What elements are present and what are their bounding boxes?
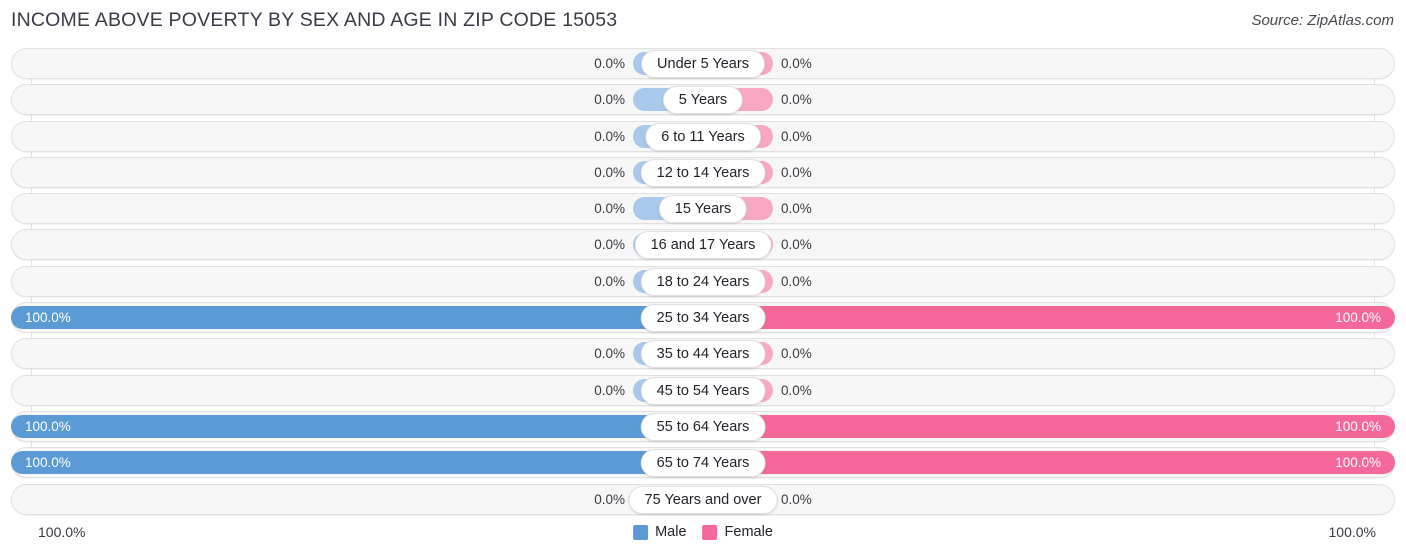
category-label: 15 Years <box>658 195 748 224</box>
chart-row: 100.0% 100.0% 55 to 64 Years <box>0 410 1406 442</box>
female-half: 100.0% <box>703 302 1395 333</box>
chart-rows: 0.0% 0.0% Under 5 Years 0.0% 0.0% 5 Years 0.0%… <box>0 48 1406 520</box>
category-label: Under 5 Years <box>641 50 765 78</box>
male-bar[interactable]: 100.0% <box>11 451 703 475</box>
diverging-bar-chart: 0.0% 0.0% Under 5 Years 0.0% 0.0% 5 Years 0.0%… <box>0 48 1406 516</box>
legend-label: Male <box>655 524 687 540</box>
female-value-label: 0.0% <box>781 201 812 217</box>
chart-row: 0.0% 0.0% 18 to 24 Years <box>0 265 1406 297</box>
page-title: INCOME ABOVE POVERTY BY SEX AND AGE IN Z… <box>11 9 618 31</box>
chart-row: 0.0% 0.0% 6 to 11 Years <box>0 120 1406 152</box>
female-value-label: 0.0% <box>781 491 812 507</box>
male-half: 0.0% <box>11 193 703 224</box>
female-half: 0.0% <box>703 157 1395 188</box>
male-half: 0.0% <box>11 229 703 260</box>
category-label: 45 to 54 Years <box>640 376 766 405</box>
female-bar[interactable]: 100.0% <box>703 306 1395 330</box>
female-value-label: 100.0% <box>1335 310 1381 326</box>
legend-swatch-icon <box>633 524 649 540</box>
male-value-label: 0.0% <box>594 491 625 507</box>
female-half: 0.0% <box>703 229 1395 260</box>
male-half: 100.0% <box>11 411 703 442</box>
female-value-label: 100.0% <box>1335 418 1381 434</box>
chart-legend: Male Female <box>633 524 773 540</box>
male-value-label: 0.0% <box>594 382 625 398</box>
male-half: 0.0% <box>11 157 703 188</box>
male-half: 0.0% <box>11 484 703 515</box>
category-label: 75 Years and over <box>628 485 778 514</box>
female-value-label: 0.0% <box>781 346 812 362</box>
chart-row: 0.0% 0.0% 75 Years and over <box>0 483 1406 515</box>
legend-item[interactable]: Male <box>633 524 687 540</box>
female-half: 100.0% <box>703 411 1395 442</box>
chart-header: INCOME ABOVE POVERTY BY SEX AND AGE IN Z… <box>0 0 1406 44</box>
female-value-label: 0.0% <box>781 128 812 144</box>
chart-footer: 100.0% 100.0% Male Female <box>0 516 1406 559</box>
male-value-label: 0.0% <box>594 237 625 253</box>
male-value-label: 0.0% <box>594 273 625 289</box>
chart-row: 0.0% 0.0% 5 Years <box>0 84 1406 116</box>
chart-row: 0.0% 0.0% Under 5 Years <box>0 48 1406 79</box>
male-half: 100.0% <box>11 447 703 478</box>
female-half: 0.0% <box>703 193 1395 224</box>
female-half: 0.0% <box>703 84 1395 115</box>
female-half: 100.0% <box>703 447 1395 478</box>
category-label: 6 to 11 Years <box>645 122 761 151</box>
male-half: 0.0% <box>11 84 703 115</box>
male-bar[interactable]: 100.0% <box>11 414 703 438</box>
male-value-label: 0.0% <box>594 56 625 71</box>
category-label: 55 to 64 Years <box>640 412 766 441</box>
male-value-label: 0.0% <box>594 128 625 144</box>
male-value-label: 100.0% <box>25 310 71 326</box>
female-value-label: 100.0% <box>1335 455 1381 471</box>
chart-row: 0.0% 0.0% 45 to 54 Years <box>0 374 1406 406</box>
female-half: 0.0% <box>703 484 1395 515</box>
female-value-label: 0.0% <box>781 382 812 398</box>
male-value-label: 0.0% <box>594 92 625 108</box>
source-attribution: Source: ZipAtlas.com <box>1251 12 1394 29</box>
female-half: 0.0% <box>703 338 1395 369</box>
male-bar[interactable]: 100.0% <box>11 306 703 330</box>
legend-label: Female <box>724 524 773 540</box>
female-bar[interactable]: 100.0% <box>703 414 1395 438</box>
category-label: 5 Years <box>662 86 744 115</box>
chart-row: 0.0% 0.0% 35 to 44 Years <box>0 338 1406 370</box>
female-half: 0.0% <box>703 48 1395 79</box>
male-value-label: 0.0% <box>594 346 625 362</box>
female-half: 0.0% <box>703 266 1395 297</box>
male-half: 0.0% <box>11 266 703 297</box>
category-label: 12 to 14 Years <box>640 158 766 187</box>
male-value-label: 0.0% <box>594 201 625 217</box>
category-label: 25 to 34 Years <box>640 304 766 333</box>
chart-row: 0.0% 0.0% 15 Years <box>0 193 1406 225</box>
chart-row: 100.0% 100.0% 25 to 34 Years <box>0 302 1406 334</box>
chart-row: 0.0% 0.0% 16 and 17 Years <box>0 229 1406 261</box>
male-half: 0.0% <box>11 338 703 369</box>
axis-label-right: 100.0% <box>1328 524 1376 540</box>
chart-row: 0.0% 0.0% 12 to 14 Years <box>0 156 1406 188</box>
male-half: 0.0% <box>11 48 703 79</box>
male-half: 0.0% <box>11 375 703 406</box>
male-value-label: 100.0% <box>25 455 71 471</box>
category-label: 16 and 17 Years <box>634 231 772 260</box>
female-value-label: 0.0% <box>781 164 812 180</box>
female-value-label: 0.0% <box>781 237 812 253</box>
chart-row: 100.0% 100.0% 65 to 74 Years <box>0 447 1406 479</box>
female-value-label: 0.0% <box>781 56 812 71</box>
male-half: 100.0% <box>11 302 703 333</box>
female-half: 0.0% <box>703 121 1395 152</box>
male-half: 0.0% <box>11 121 703 152</box>
axis-label-left: 100.0% <box>38 524 86 540</box>
category-label: 65 to 74 Years <box>640 449 766 478</box>
female-bar[interactable]: 100.0% <box>703 451 1395 475</box>
female-value-label: 0.0% <box>781 273 812 289</box>
male-value-label: 0.0% <box>594 164 625 180</box>
category-label: 35 to 44 Years <box>640 340 766 369</box>
male-value-label: 100.0% <box>25 418 71 434</box>
legend-item[interactable]: Female <box>702 524 773 540</box>
legend-swatch-icon <box>702 524 718 540</box>
category-label: 18 to 24 Years <box>640 267 766 296</box>
female-half: 0.0% <box>703 375 1395 406</box>
female-value-label: 0.0% <box>781 92 812 108</box>
